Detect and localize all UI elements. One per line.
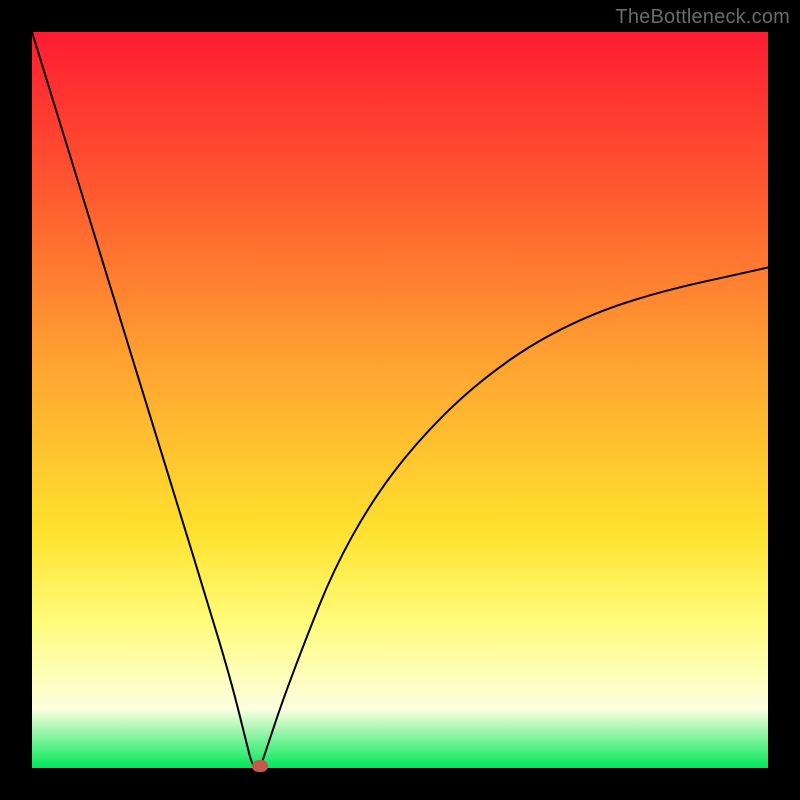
plot-area <box>32 32 768 768</box>
curve-path <box>32 32 768 768</box>
bottleneck-curve <box>32 32 768 768</box>
chart-frame: TheBottleneck.com <box>0 0 800 800</box>
optimum-marker <box>252 760 268 772</box>
watermark-text: TheBottleneck.com <box>615 6 790 29</box>
